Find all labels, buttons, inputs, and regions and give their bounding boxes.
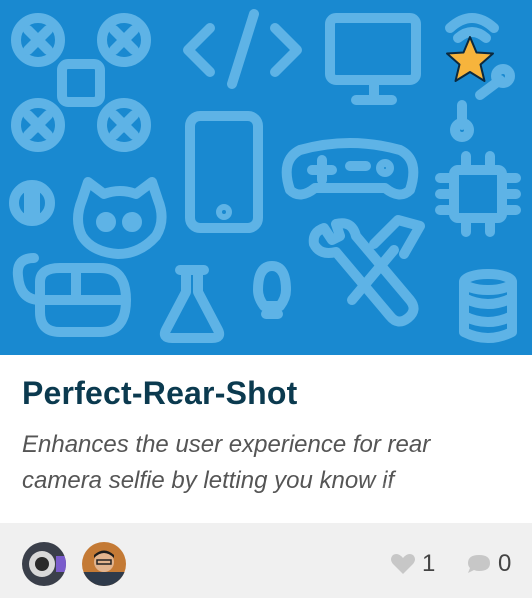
chip-icon <box>435 151 521 237</box>
mouse-icon <box>12 253 131 337</box>
project-title[interactable]: Perfect-Rear-Shot <box>22 375 297 412</box>
project-details: Perfect-Rear-Shot Enhances the user expe… <box>0 355 532 523</box>
star-icon <box>446 36 494 82</box>
likes-stat[interactable]: 1 <box>390 549 435 579</box>
member-avatar[interactable] <box>22 542 66 586</box>
phone-icon <box>185 111 263 233</box>
project-cover-image[interactable] <box>0 0 532 355</box>
heart-icon <box>391 554 415 574</box>
comment-icon <box>468 555 490 573</box>
project-card[interactable]: Perfect-Rear-Shot Enhances the user expe… <box>0 0 532 598</box>
drone-icon <box>11 13 151 152</box>
comments-stat[interactable]: 0 <box>466 549 511 579</box>
avatar-photo-icon <box>22 542 66 586</box>
monitor-icon <box>325 13 421 105</box>
octocat-icon <box>73 177 167 259</box>
member-avatar[interactable] <box>82 542 126 586</box>
comments-count: 0 <box>498 550 512 577</box>
avatar-photo-icon <box>82 542 126 586</box>
flask-icon <box>159 265 225 343</box>
project-description: Enhances the user experience for rear ca… <box>22 431 431 494</box>
lightbulb-icon <box>253 261 291 319</box>
tools-icon <box>308 215 425 327</box>
database-icon <box>459 269 517 343</box>
code-icon <box>183 9 302 89</box>
card-footer: 1 0 <box>0 523 532 598</box>
gamepad-icon <box>281 138 419 200</box>
likes-count: 1 <box>422 550 436 577</box>
